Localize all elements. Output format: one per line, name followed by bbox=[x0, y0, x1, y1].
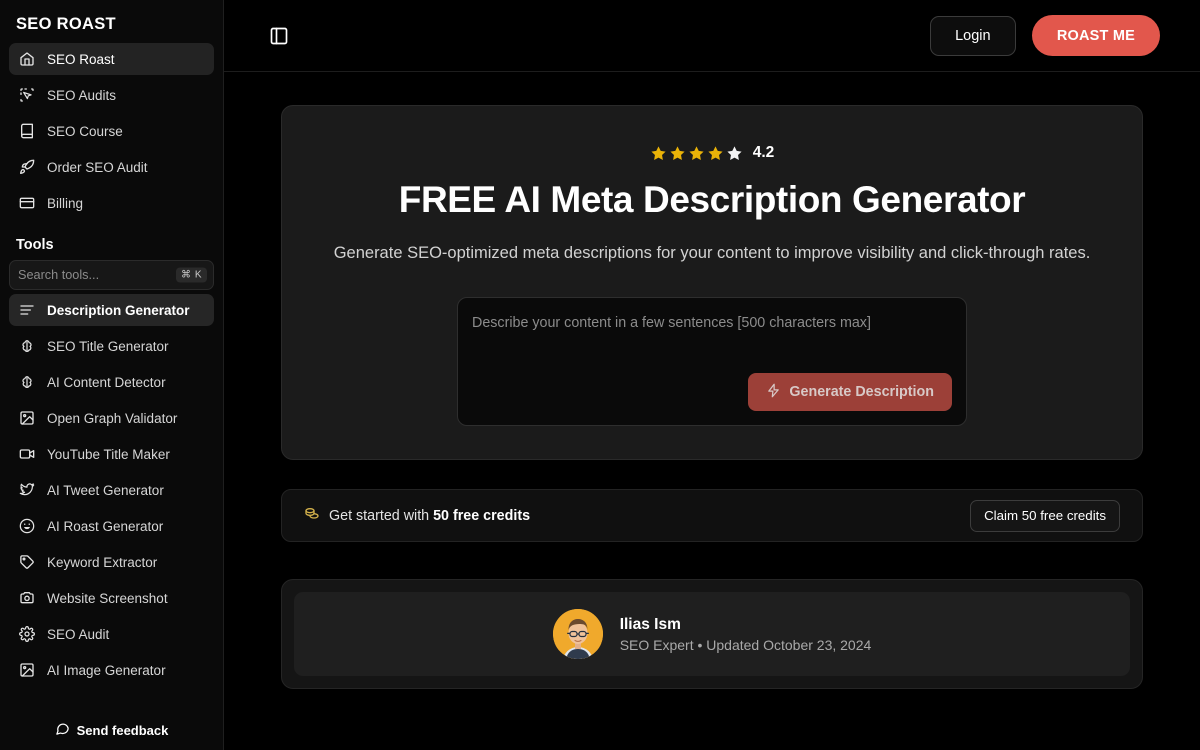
rating-value: 4.2 bbox=[752, 144, 775, 161]
star-icon bbox=[689, 145, 704, 160]
main-region: Login ROAST ME 4.2 FREE AI Meta Descript… bbox=[224, 0, 1200, 750]
roast-me-button[interactable]: ROAST ME bbox=[1031, 15, 1160, 56]
author-role-and-date: SEO Expert • Updated October 23, 2024 bbox=[619, 636, 872, 653]
author-inner: Ilias Ism SEO Expert • Updated October 2… bbox=[294, 592, 1130, 677]
sidebar-item-ai-roast-generator[interactable]: AI Roast Generator bbox=[9, 510, 214, 542]
brand-logo: SEO ROAST bbox=[16, 15, 116, 33]
tools-nav: Description Generator SEO Title Generato… bbox=[0, 294, 223, 686]
sidebar-item-website-screenshot[interactable]: Website Screenshot bbox=[9, 582, 214, 614]
camera-icon bbox=[18, 590, 35, 607]
credits-message: Get started with 50 free credits bbox=[304, 506, 530, 526]
search-shortcut-badge: ⌘ K bbox=[176, 267, 207, 283]
rocket-icon bbox=[18, 159, 35, 176]
sidebar-item-seo-course[interactable]: SEO Course bbox=[9, 115, 214, 147]
card-icon bbox=[18, 195, 35, 212]
sidebar-item-seo-audits[interactable]: SEO Audits bbox=[9, 79, 214, 111]
sidebar-item-label: YouTube Title Maker bbox=[47, 446, 170, 462]
sidebar-item-ai-tweet-generator[interactable]: AI Tweet Generator bbox=[9, 474, 214, 506]
sidebar-item-label: Order SEO Audit bbox=[47, 159, 148, 175]
sidebar-item-label: AI Tweet Generator bbox=[47, 482, 164, 498]
image-icon bbox=[18, 662, 35, 679]
twitter-icon bbox=[18, 482, 35, 499]
generate-row: Generate Description bbox=[472, 373, 952, 412]
search-placeholder: Search tools... bbox=[18, 268, 100, 282]
claim-credits-button[interactable]: Claim 50 free credits bbox=[970, 499, 1120, 532]
page-title: FREE AI Meta Description Generator bbox=[398, 179, 1026, 220]
lines-icon bbox=[18, 302, 35, 319]
gear-icon bbox=[18, 626, 35, 643]
search-input[interactable]: Search tools... ⌘ K bbox=[9, 260, 214, 290]
bolt-icon bbox=[766, 383, 781, 402]
author-name: Ilias Ism bbox=[619, 615, 681, 633]
video-icon bbox=[18, 446, 35, 463]
sidebar: SEO ROAST SEO Roast SEO Audits SEO Cours… bbox=[0, 0, 224, 750]
topbar: Login ROAST ME bbox=[224, 0, 1200, 72]
tools-section-label: Tools bbox=[16, 237, 54, 253]
home-icon bbox=[18, 51, 35, 68]
star-rating bbox=[650, 145, 743, 162]
smile-icon bbox=[18, 518, 35, 535]
sidebar-item-label: SEO Audits bbox=[47, 87, 117, 103]
sidebar-toggle-icon[interactable] bbox=[266, 23, 292, 49]
sidebar-item-label: AI Roast Generator bbox=[47, 518, 164, 534]
star-icon bbox=[670, 145, 685, 160]
image-icon bbox=[18, 410, 35, 427]
coins-icon bbox=[304, 506, 320, 526]
sidebar-item-description-generator[interactable]: Description Generator bbox=[9, 294, 214, 326]
sidebar-item-label: Description Generator bbox=[47, 302, 190, 318]
sidebar-item-label: AI Content Detector bbox=[47, 374, 166, 390]
sidebar-item-seo-title-generator[interactable]: SEO Title Generator bbox=[9, 330, 214, 362]
generate-description-label: Generate Description bbox=[789, 384, 934, 401]
description-textarea[interactable] bbox=[472, 313, 952, 374]
sidebar-item-billing[interactable]: Billing bbox=[9, 187, 214, 219]
sidebar-item-ai-content-detector[interactable]: AI Content Detector bbox=[9, 366, 214, 398]
brain-icon bbox=[18, 338, 35, 355]
author-card: Ilias Ism SEO Expert • Updated October 2… bbox=[281, 579, 1143, 690]
book-icon bbox=[18, 123, 35, 140]
author-meta: Ilias Ism SEO Expert • Updated October 2… bbox=[620, 616, 872, 653]
cursor-icon bbox=[18, 87, 35, 104]
sidebar-item-keyword-extractor[interactable]: Keyword Extractor bbox=[9, 546, 214, 578]
sidebar-item-order-seo-audit[interactable]: Order SEO Audit bbox=[9, 151, 214, 183]
sidebar-item-ai-image-generator[interactable]: AI Image Generator bbox=[9, 654, 214, 686]
sidebar-item-youtube-title-maker[interactable]: YouTube Title Maker bbox=[9, 438, 214, 470]
search-tools-wrapper: Search tools... ⌘ K bbox=[0, 260, 223, 294]
content-scroll: 4.2 FREE AI Meta Description Generator G… bbox=[224, 72, 1200, 750]
app-root: SEO ROAST SEO Roast SEO Audits SEO Cours… bbox=[0, 0, 1200, 750]
sidebar-item-seo-roast[interactable]: SEO Roast bbox=[9, 43, 214, 75]
star-icon-empty bbox=[727, 145, 742, 160]
sidebar-item-label: Billing bbox=[47, 195, 84, 211]
star-icon bbox=[651, 145, 666, 160]
description-input-card: Generate Description bbox=[457, 297, 967, 427]
send-feedback-label: Send feedback bbox=[76, 722, 169, 738]
tag-icon bbox=[18, 554, 35, 571]
free-credits-banner: Get started with 50 free credits Claim 5… bbox=[281, 489, 1143, 543]
generate-description-button[interactable]: Generate Description bbox=[748, 373, 952, 412]
avatar bbox=[552, 609, 603, 660]
sidebar-item-label: SEO Roast bbox=[47, 51, 115, 67]
credits-prefix: Get started with bbox=[329, 507, 434, 524]
chat-bubble-icon bbox=[55, 721, 70, 739]
send-feedback-button[interactable]: Send feedback bbox=[0, 710, 223, 750]
login-button[interactable]: Login bbox=[929, 15, 1016, 56]
credits-amount: 50 free credits bbox=[433, 507, 531, 524]
sidebar-item-seo-audit[interactable]: SEO Audit bbox=[9, 618, 214, 650]
sidebar-item-label: SEO Course bbox=[47, 123, 123, 139]
primary-nav: SEO Roast SEO Audits SEO Course Order SE… bbox=[0, 43, 223, 219]
brain-icon bbox=[18, 374, 35, 391]
star-icon bbox=[708, 145, 723, 160]
sidebar-item-label: AI Image Generator bbox=[47, 662, 166, 678]
hero-card: 4.2 FREE AI Meta Description Generator G… bbox=[281, 105, 1143, 461]
credits-text: Get started with 50 free credits bbox=[329, 508, 530, 524]
sidebar-item-label: Open Graph Validator bbox=[47, 410, 178, 426]
sidebar-item-label: Keyword Extractor bbox=[47, 554, 158, 570]
avatar-photo bbox=[552, 609, 603, 660]
sidebar-item-label: Website Screenshot bbox=[47, 590, 168, 606]
sidebar-item-open-graph-validator[interactable]: Open Graph Validator bbox=[9, 402, 214, 434]
page-subtitle: Generate SEO-optimized meta descriptions… bbox=[333, 243, 1091, 262]
sidebar-item-label: SEO Audit bbox=[47, 626, 110, 642]
rating-row: 4.2 bbox=[322, 144, 1102, 162]
sidebar-item-label: SEO Title Generator bbox=[47, 338, 169, 354]
